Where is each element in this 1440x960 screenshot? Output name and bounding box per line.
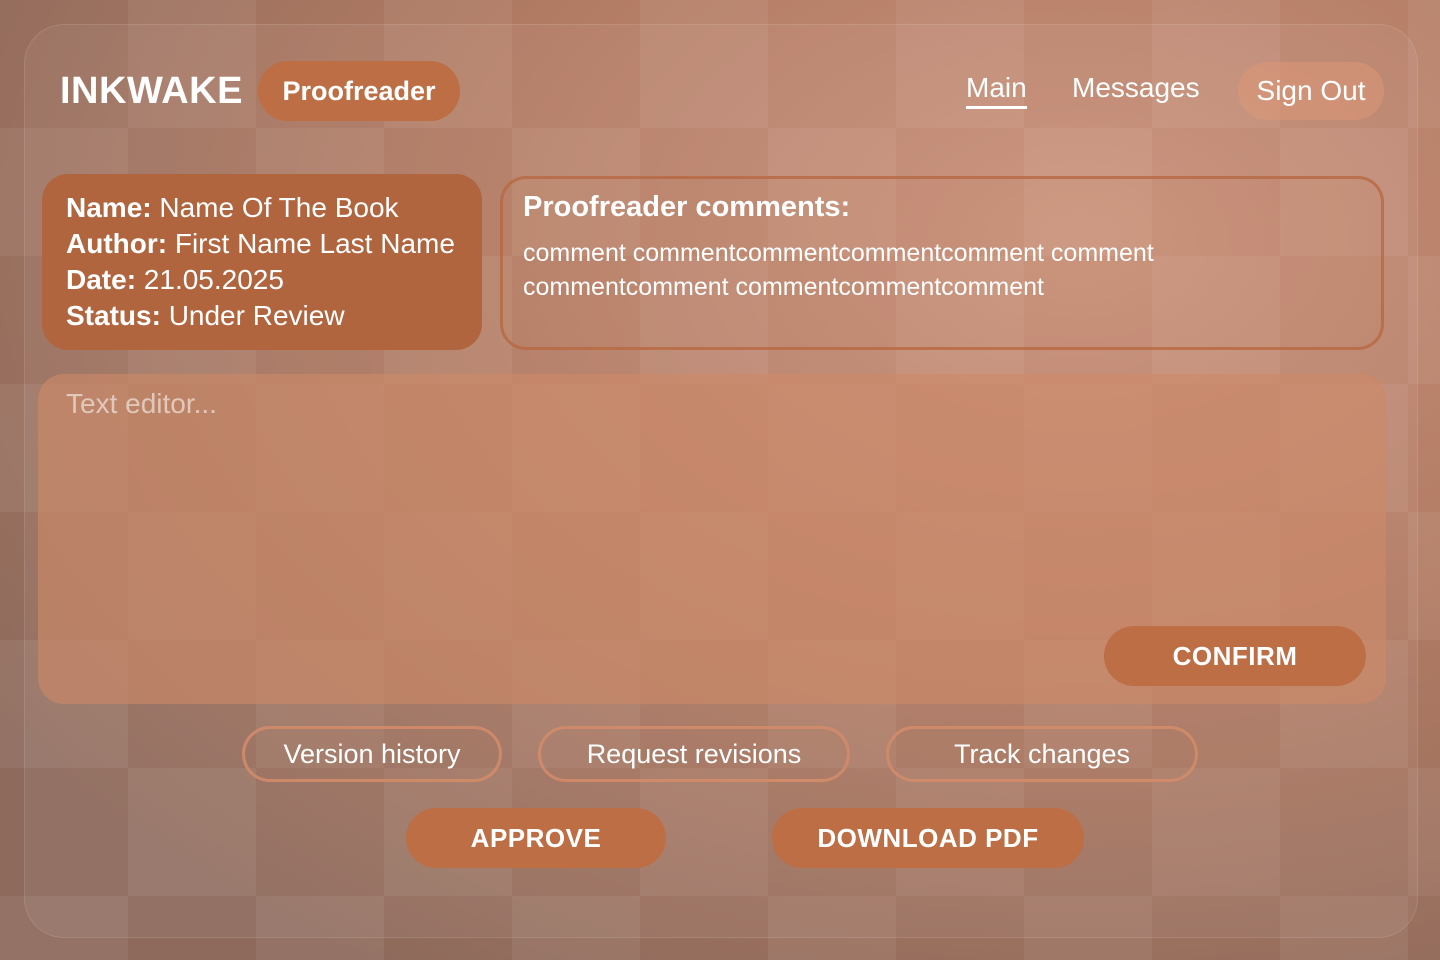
comments-title: Proofreader comments: — [523, 191, 851, 223]
book-info-card: Name: Name Of The Book Author: First Nam… — [42, 174, 482, 350]
track-changes-button[interactable]: Track changes — [886, 726, 1198, 782]
role-badge: Proofreader — [258, 61, 460, 121]
request-revisions-button[interactable]: Request revisions — [538, 726, 850, 782]
top-navbar: INKWAKE Proofreader Main Messages Sign O… — [26, 44, 1410, 136]
book-name-row: Name: Name Of The Book — [66, 190, 458, 226]
nav-messages-link[interactable]: Messages — [1072, 72, 1200, 104]
text-editor-panel: CONFIRM — [38, 374, 1386, 704]
book-name-value: Name Of The Book — [159, 192, 399, 223]
proofreader-comments-panel: Proofreader comments: comment commentcom… — [500, 176, 1384, 350]
book-date-row: Date: 21.05.2025 — [66, 262, 458, 298]
book-name-label: Name: — [66, 192, 152, 223]
sign-out-button[interactable]: Sign Out — [1238, 62, 1384, 120]
book-status-value: Under Review — [168, 300, 345, 331]
book-author-label: Author: — [66, 228, 168, 259]
brand-logo: INKWAKE — [60, 70, 243, 112]
nav-main-link[interactable]: Main — [966, 72, 1027, 109]
book-status-label: Status: — [66, 300, 161, 331]
book-status-row: Status: Under Review — [66, 298, 458, 334]
book-author-value: First Name Last Name — [174, 228, 455, 259]
approve-button[interactable]: APPROVE — [406, 808, 666, 868]
comments-text: comment commentcommentcommentcomment com… — [523, 239, 1154, 301]
download-pdf-button[interactable]: DOWNLOAD PDF — [772, 808, 1084, 868]
book-date-label: Date: — [66, 264, 137, 295]
version-history-button[interactable]: Version history — [242, 726, 502, 782]
confirm-button[interactable]: CONFIRM — [1104, 626, 1366, 686]
book-author-row: Author: First Name Last Name — [66, 226, 458, 262]
book-date-value: 21.05.2025 — [143, 264, 284, 295]
text-editor-input[interactable] — [58, 386, 1094, 686]
